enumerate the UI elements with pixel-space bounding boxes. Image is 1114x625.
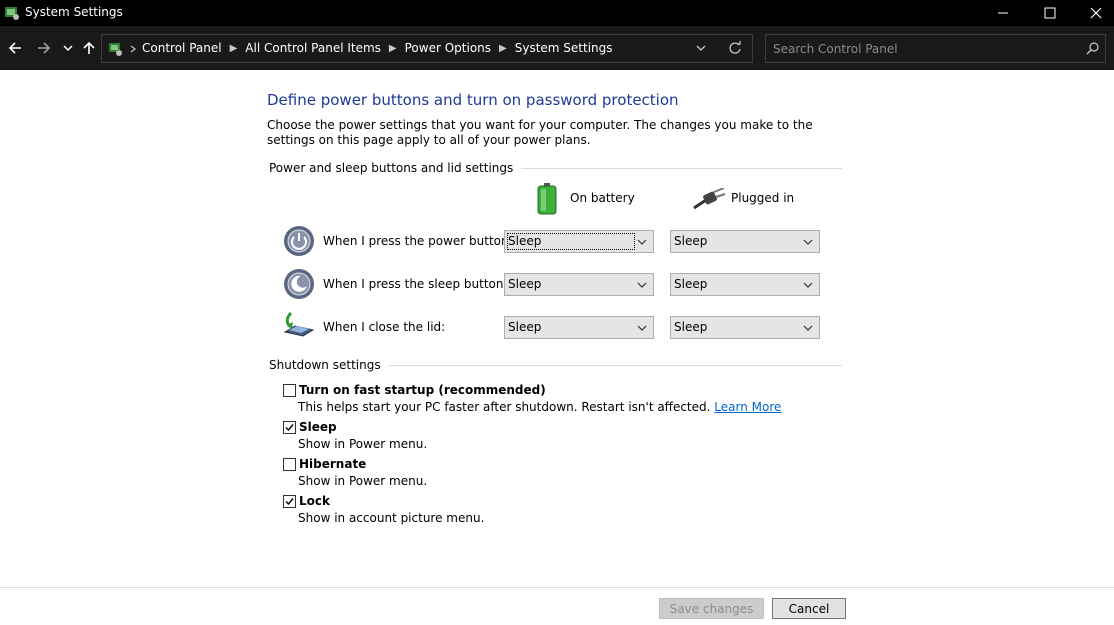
chevron-down-icon	[637, 325, 647, 331]
breadcrumb-separator[interactable]: ▶	[389, 43, 397, 54]
power-button-label: When I press the power button:	[323, 234, 513, 248]
navigation-bar: Control Panel ▶ All Control Panel Items …	[0, 26, 1114, 70]
forward-arrow-icon	[38, 42, 51, 54]
address-bar[interactable]: Control Panel ▶ All Control Panel Items …	[101, 34, 753, 63]
checkmark-icon	[285, 498, 294, 506]
search-icon[interactable]	[1086, 42, 1099, 55]
chevron-down-icon	[803, 282, 813, 288]
chevron-down-icon	[637, 239, 647, 245]
page-title: Define power buttons and turn on passwor…	[267, 91, 679, 109]
back-arrow-icon	[8, 42, 21, 54]
sleep-option-description: Show in Power menu.	[298, 437, 428, 451]
minimize-icon	[998, 12, 1008, 14]
page-description: Choose the power settings that you want …	[267, 118, 813, 147]
lock-checkbox[interactable]	[283, 495, 296, 508]
sleep-button-plugged-select[interactable]: Sleep	[670, 273, 820, 296]
sleep-button-battery-select[interactable]: Sleep	[504, 273, 654, 296]
breadcrumb-power-options[interactable]: Power Options	[405, 41, 491, 55]
recent-locations-button[interactable]	[58, 38, 78, 58]
hibernate-option-title: Hibernate	[299, 457, 367, 471]
close-lid-label: When I close the lid:	[323, 320, 446, 334]
up-arrow-icon	[83, 41, 95, 54]
chevron-down-icon	[803, 239, 813, 245]
maximize-icon	[1044, 7, 1056, 19]
hibernate-checkbox[interactable]	[283, 458, 296, 471]
select-value: Sleep	[674, 277, 708, 291]
battery-icon	[537, 183, 557, 215]
on-battery-column-header: On battery	[570, 191, 635, 205]
save-changes-button[interactable]: Save changes	[659, 598, 764, 619]
sleep-button-label: When I press the sleep button:	[323, 277, 508, 291]
chevron-down-icon	[696, 45, 706, 51]
select-value: Sleep	[674, 320, 708, 334]
close-lid-plugged-select[interactable]: Sleep	[670, 316, 820, 339]
power-button-battery-select[interactable]: Sleep	[504, 230, 654, 253]
breadcrumb-separator[interactable]: ▶	[230, 43, 238, 54]
title-bar: System Settings	[0, 0, 1114, 26]
address-dropdown-button[interactable]	[695, 42, 707, 57]
main-content: Define power buttons and turn on passwor…	[0, 70, 1114, 587]
checkmark-icon	[285, 424, 294, 432]
power-button-plugged-select[interactable]: Sleep	[670, 230, 820, 253]
sleep-option-title: Sleep	[299, 420, 337, 434]
close-button[interactable]	[1073, 0, 1114, 26]
breadcrumb-all-items[interactable]: All Control Panel Items	[245, 41, 381, 55]
breadcrumb-system-settings[interactable]: System Settings	[515, 41, 613, 55]
chevron-down-icon	[637, 282, 647, 288]
power-button-icon	[284, 226, 314, 256]
close-lid-battery-select[interactable]: Sleep	[504, 316, 654, 339]
hibernate-option-description: Show in Power menu.	[298, 474, 428, 488]
up-button[interactable]	[79, 38, 99, 58]
maximize-button[interactable]	[1027, 0, 1073, 26]
search-box[interactable]	[765, 34, 1106, 63]
cancel-button[interactable]: Cancel	[772, 598, 846, 619]
breadcrumb-control-panel[interactable]: Control Panel	[142, 41, 222, 55]
power-buttons-group-label: Power and sleep buttons and lid settings	[269, 161, 522, 175]
breadcrumb: Control Panel ▶ All Control Panel Items …	[142, 41, 613, 55]
select-value: Sleep	[508, 234, 542, 248]
fast-startup-checkbox[interactable]	[283, 384, 296, 397]
refresh-icon	[729, 41, 741, 54]
fast-startup-description: This helps start your PC faster after sh…	[298, 400, 782, 414]
shutdown-group-label: Shutdown settings	[269, 358, 389, 372]
laptop-lid-icon	[283, 311, 315, 337]
learn-more-link[interactable]: Learn More	[714, 400, 781, 414]
select-value: Sleep	[508, 320, 542, 334]
sleep-button-icon	[284, 269, 314, 299]
lock-option-description: Show in account picture menu.	[298, 511, 485, 525]
window-title: System Settings	[25, 5, 123, 19]
lock-option-title: Lock	[299, 494, 330, 508]
footer-divider	[0, 587, 1114, 588]
chevron-down-icon	[803, 325, 813, 331]
select-value: Sleep	[674, 234, 708, 248]
sleep-checkbox[interactable]	[283, 421, 296, 434]
back-button[interactable]	[5, 38, 25, 58]
search-input[interactable]	[773, 40, 1073, 58]
plugged-in-column-header: Plugged in	[731, 191, 795, 205]
chevron-right-icon	[130, 45, 136, 53]
power-plug-icon	[693, 188, 726, 210]
select-value: Sleep	[508, 277, 542, 291]
fast-startup-title: Turn on fast startup (recommended)	[299, 383, 546, 397]
control-panel-icon	[5, 7, 19, 20]
close-icon	[1090, 7, 1102, 19]
chevron-down-icon	[63, 45, 73, 52]
control-panel-icon	[109, 43, 122, 56]
minimize-button[interactable]	[980, 0, 1026, 26]
refresh-button[interactable]	[728, 41, 742, 58]
forward-button[interactable]	[34, 38, 54, 58]
breadcrumb-separator[interactable]: ▶	[499, 43, 507, 54]
